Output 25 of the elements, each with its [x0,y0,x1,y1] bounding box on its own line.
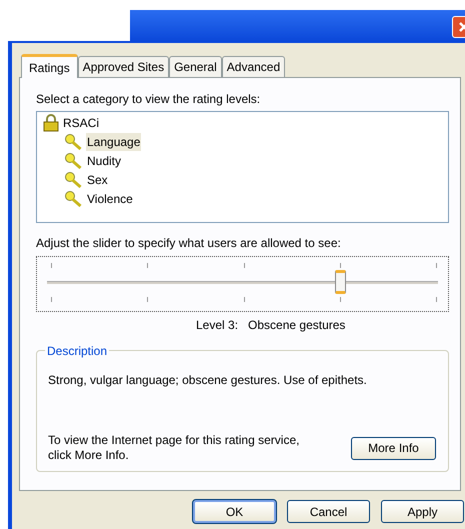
more-info-button[interactable]: More Info [351,436,436,460]
tree-item[interactable]: Nudity [86,152,122,170]
dialog-button[interactable]: Cancel [287,500,370,523]
level-text: Level 3: Obscene gestures [196,317,346,334]
padlock-icon [42,114,60,132]
tab[interactable]: Ratings [21,54,78,78]
key-icon [64,170,84,188]
category-label: Select a category to view the rating levels: [36,91,262,108]
tree-item[interactable]: Violence [86,190,134,208]
key-icon [64,152,84,170]
tree-item[interactable]: Language [86,132,142,150]
tree-item[interactable]: RSACi [63,114,100,132]
tab[interactable]: General [169,56,222,77]
description-text: Strong, vulgar language; obscene gestures. Use of epithets. [48,372,368,389]
dialog-button[interactable]: OK [193,500,276,523]
key-icon [64,132,84,150]
dialog-button[interactable]: Apply [381,500,464,523]
level-slider[interactable] [36,256,449,312]
tab[interactable]: Advanced [222,56,286,77]
slider-label: Adjust the slider to specify what users are allowed to see: [36,235,342,252]
tab[interactable]: Approved Sites [78,56,170,77]
slider-thumb[interactable] [334,270,346,294]
tree-item[interactable]: Sex [86,170,109,188]
info-text: To view the Internet page for this rating service, click More Info. [48,433,300,463]
key-icon [64,190,84,208]
